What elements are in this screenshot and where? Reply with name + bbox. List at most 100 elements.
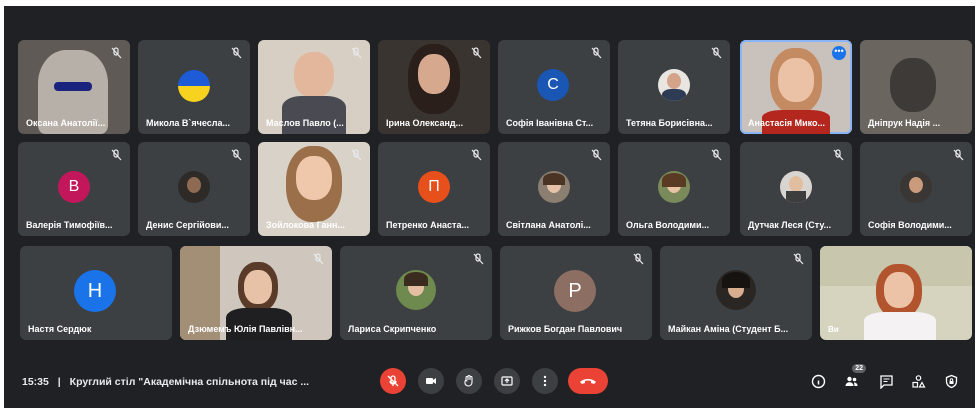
mic-off-icon <box>709 148 723 162</box>
letter-avatar: Р <box>554 270 596 312</box>
raise-hand-icon <box>464 374 473 387</box>
letter-avatar: В <box>58 171 90 203</box>
shield-lock-icon <box>945 374 957 388</box>
participant-name: Дутчак Леся (Сту... <box>748 220 832 230</box>
participant-tile[interactable]: Маслов Павло (... <box>258 40 370 134</box>
participant-name: Дніпрук Надія ... <box>868 118 941 128</box>
letter-avatar: Н <box>74 270 116 312</box>
participant-tile[interactable]: В Валерія Тимофіїв... <box>18 142 130 236</box>
meeting-details-button[interactable] <box>809 372 827 390</box>
mic-off-icon <box>311 252 325 266</box>
chat-button[interactable] <box>877 372 895 390</box>
mic-toggle-button[interactable] <box>380 368 406 394</box>
participant-tile[interactable]: Ольга Володими... <box>618 142 730 236</box>
mic-off-icon <box>589 148 603 162</box>
mic-off-icon <box>471 252 485 266</box>
participant-video <box>890 58 936 112</box>
participant-tile[interactable]: Софія Володими... <box>860 142 972 236</box>
participant-tile-self[interactable]: Ви <box>820 246 972 340</box>
raise-hand-button[interactable] <box>456 368 482 394</box>
participant-tile[interactable]: Світлана Анатолі... <box>498 142 610 236</box>
participant-name: Тетяна Борисівна... <box>626 118 713 128</box>
profile-photo-avatar <box>658 171 690 203</box>
participant-name: Софія Володими... <box>868 220 952 230</box>
chat-icon <box>879 374 893 389</box>
participant-tile[interactable]: Зойлокова Ганн... <box>258 142 370 236</box>
mic-off-icon <box>469 148 483 162</box>
participant-name: Валерія Тимофіїв... <box>26 220 113 230</box>
participant-name: Дзюмемъ Юлія Павлівн... <box>188 324 303 334</box>
participant-tile[interactable]: Лариса Скрипченко <box>340 246 492 340</box>
more-options-button[interactable] <box>532 368 558 394</box>
host-controls-button[interactable] <box>942 372 960 390</box>
participant-tile[interactable]: Дніпрук Надія ... <box>860 40 972 134</box>
participant-name: Зойлокова Ганн... <box>266 220 345 230</box>
participant-name: Оксана Анатолії... <box>26 118 106 128</box>
mic-off-icon <box>109 148 123 162</box>
participant-name: Лариса Скрипченко <box>348 324 437 334</box>
meeting-details[interactable]: 15:35 | Круглий стіл "Академічна спільно… <box>22 376 309 388</box>
participant-name: Рижков Богдан Павлович <box>508 324 623 334</box>
meeting-stage: Оксана Анатолії... Микола В`ячесла... Ма… <box>4 6 975 408</box>
participant-tile[interactable]: Дзюмемъ Юлія Павлівн... <box>180 246 332 340</box>
info-icon <box>811 374 825 388</box>
profile-photo-avatar <box>538 171 570 203</box>
mic-off-icon <box>951 148 965 162</box>
mic-off-icon <box>469 46 483 60</box>
mic-off-icon <box>229 148 243 162</box>
camera-icon <box>426 378 436 384</box>
participant-tile[interactable]: Тетяна Борисівна... <box>618 40 730 134</box>
profile-photo-avatar <box>178 171 210 203</box>
more-options-icon <box>543 375 547 387</box>
participant-name: Софія Іванівна Ст... <box>506 118 594 128</box>
mic-off-icon <box>109 46 123 60</box>
participant-name: Микола В`ячесла... <box>146 118 231 128</box>
participant-name: Петренко Анаста... <box>386 220 469 230</box>
meeting-time: 15:35 <box>22 376 49 388</box>
participant-tile[interactable]: Оксана Анатолії... <box>18 40 130 134</box>
mic-off-icon <box>349 46 363 60</box>
profile-photo-avatar <box>716 270 756 310</box>
bottom-toolbar: 15:35 | Круглий стіл "Академічна спільно… <box>4 358 975 408</box>
participant-tile[interactable]: Дутчак Леся (Сту... <box>740 142 852 236</box>
camera-toggle-button[interactable] <box>418 368 444 394</box>
participant-name: Денис Сергійови... <box>146 220 229 230</box>
meeting-title: Круглий стіл "Академічна спільнота під ч… <box>69 376 310 388</box>
participant-tile[interactable]: Ірина Олександ... <box>378 40 490 134</box>
participant-name: Ольга Володими... <box>626 220 710 230</box>
present-icon <box>501 376 513 386</box>
hangup-button[interactable] <box>568 368 608 394</box>
profile-photo-avatar <box>900 171 932 203</box>
mic-off-icon <box>349 148 363 162</box>
hangup-icon <box>580 379 596 384</box>
participant-tile[interactable]: Р Рижков Богдан Павлович <box>500 246 652 340</box>
participant-tile[interactable]: Денис Сергійови... <box>138 142 250 236</box>
participant-name: Майкан Аміна (Студент Б... <box>668 324 789 334</box>
participant-name: Анастасія Мико... <box>748 118 826 128</box>
participant-tile[interactable]: Н Настя Сердюк <box>20 246 172 340</box>
more-options-icon[interactable]: ••• <box>832 46 846 60</box>
participant-video <box>294 52 334 98</box>
profile-photo-avatar <box>780 171 812 203</box>
letter-avatar: С <box>537 69 569 101</box>
profile-photo-avatar <box>396 270 436 310</box>
mic-off-icon <box>229 46 243 60</box>
participant-tile[interactable]: С Софія Іванівна Ст... <box>498 40 610 134</box>
mic-off-icon <box>791 252 805 266</box>
activities-button[interactable] <box>909 372 927 390</box>
participant-tile[interactable]: Микола В`ячесла... <box>138 40 250 134</box>
participant-name: Ви <box>828 325 839 334</box>
mic-off-icon <box>387 375 399 387</box>
people-button[interactable]: 22 <box>842 364 866 390</box>
participant-tile-active[interactable]: ••• Анастасія Мико... <box>740 40 852 134</box>
participant-name: Ірина Олександ... <box>386 118 464 128</box>
glasses-shape <box>54 82 92 91</box>
mic-off-icon <box>709 46 723 60</box>
meeting-separator: | <box>57 376 61 388</box>
ukraine-flag-avatar <box>178 70 210 102</box>
present-screen-button[interactable] <box>494 368 520 394</box>
participant-tile[interactable]: Майкан Аміна (Студент Б... <box>660 246 812 340</box>
participant-tile[interactable]: П Петренко Анаста... <box>378 142 490 236</box>
activities-icon <box>911 374 926 388</box>
letter-avatar: П <box>418 171 450 203</box>
